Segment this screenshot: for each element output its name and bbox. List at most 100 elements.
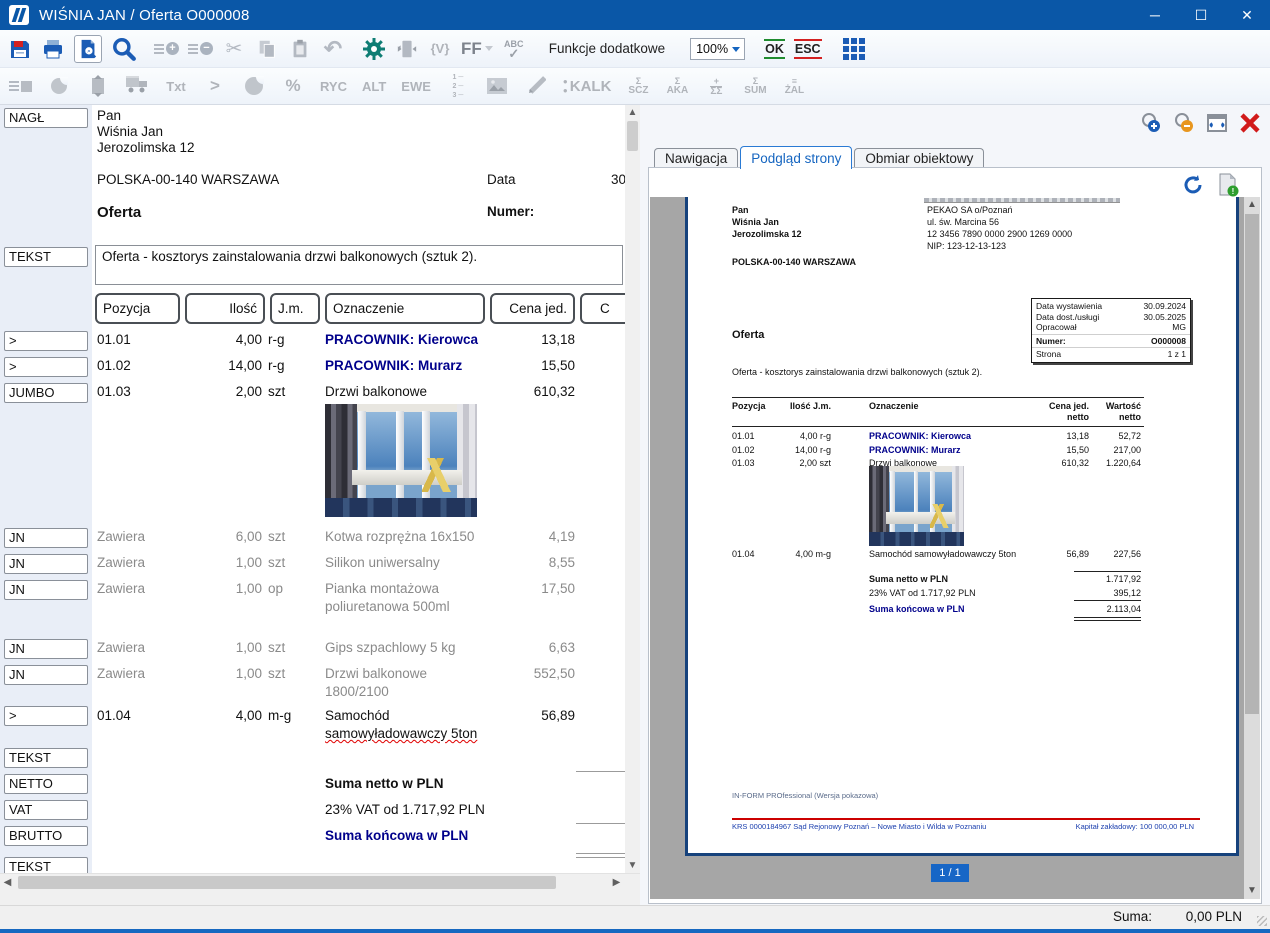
- item-row[interactable]: 01.04 4,00 m-g Samochód samowyładowawczy…: [92, 708, 625, 726]
- minimize-button[interactable]: ─: [1132, 0, 1178, 30]
- cell-pozycja[interactable]: 01.03: [97, 384, 131, 399]
- cell-pozycja[interactable]: Zawiera: [97, 666, 145, 681]
- scrollbar-thumb[interactable]: [18, 876, 556, 889]
- cell-ilosc[interactable]: 1,00: [185, 640, 262, 655]
- row-tag-field[interactable]: TEKST: [4, 748, 88, 768]
- component-row[interactable]: Zawiera 1,00 szt Silikon uniwersalny 8,5…: [92, 555, 625, 573]
- document-info-icon[interactable]: !: [1217, 173, 1239, 200]
- cell-ilosc[interactable]: 1,00: [185, 666, 262, 681]
- fit-window-icon[interactable]: [1205, 111, 1229, 135]
- row-tag-field[interactable]: JN: [4, 639, 88, 659]
- cell-cena[interactable]: 4,19: [487, 529, 575, 544]
- cell-jm[interactable]: r-g: [268, 358, 285, 373]
- editor-horizontal-scrollbar[interactable]: ◀ ▶: [0, 873, 640, 891]
- row-tag-field[interactable]: BRUTTO: [4, 826, 88, 846]
- recipient-street[interactable]: Jerozolimska 12: [97, 140, 195, 155]
- esc-button[interactable]: ESC: [794, 39, 822, 59]
- row-tag-field[interactable]: >: [4, 706, 88, 726]
- zoom-out-icon[interactable]: [1172, 111, 1196, 135]
- row-tag-field[interactable]: JUMBO: [4, 383, 88, 403]
- cell-cena[interactable]: 552,50: [487, 666, 575, 681]
- ok-button[interactable]: OK: [764, 39, 785, 59]
- doc-title[interactable]: Oferta: [97, 204, 141, 221]
- cell-ilosc[interactable]: 1,00: [185, 581, 262, 596]
- document-content[interactable]: Pan Wiśnia Jan Jerozolimska 12 POLSKA-00…: [92, 105, 625, 873]
- settings-gear-icon[interactable]: [362, 35, 386, 63]
- column-header-jm[interactable]: J.m.: [270, 293, 320, 324]
- cell-pozycja[interactable]: 01.04: [97, 708, 131, 723]
- tab-nawigacja[interactable]: Nawigacja: [654, 148, 738, 169]
- component-row[interactable]: Zawiera 1,00 szt Drzwi balkonowe 1800/21…: [92, 666, 625, 684]
- cell-pozycja[interactable]: Zawiera: [97, 640, 145, 655]
- scrollbar-thumb[interactable]: [1245, 214, 1259, 714]
- close-button[interactable]: ✕: [1224, 0, 1270, 30]
- scrollbar-thumb[interactable]: [627, 121, 638, 151]
- row-tag-field[interactable]: JN: [4, 554, 88, 574]
- cell-jm[interactable]: szt: [268, 640, 285, 655]
- grid-menu-icon[interactable]: [843, 38, 865, 60]
- cell-oznaczenie-line2[interactable]: poliuretanowa 500ml: [325, 599, 495, 614]
- row-tag-field[interactable]: NETTO: [4, 774, 88, 794]
- cell-jm[interactable]: op: [268, 581, 283, 596]
- scroll-up-arrow[interactable]: ▲: [625, 105, 640, 120]
- item-row[interactable]: 01.01 4,00 r-g PRACOWNIK: Kierowca 13,18: [92, 332, 625, 350]
- cell-pozycja[interactable]: Zawiera: [97, 581, 145, 596]
- row-tag-field[interactable]: JN: [4, 665, 88, 685]
- cell-ilosc[interactable]: 4,00: [185, 332, 262, 347]
- tab-obmiar-obiektowy[interactable]: Obmiar obiektowy: [854, 148, 984, 169]
- suma-netto-label[interactable]: Suma netto w PLN: [325, 776, 444, 791]
- component-row[interactable]: Zawiera 1,00 op Pianka montażowa poliure…: [92, 581, 625, 599]
- cell-oznaczenie[interactable]: Gips szpachlowy 5 kg: [325, 640, 495, 655]
- row-tag-field[interactable]: JN: [4, 528, 88, 548]
- cell-oznaczenie-line2-misspelled[interactable]: samowyładowawczy 5ton: [325, 726, 495, 741]
- column-header-cena[interactable]: Cena jed.: [490, 293, 575, 324]
- cell-pozycja[interactable]: Zawiera: [97, 555, 145, 570]
- recipient-name[interactable]: Wiśnia Jan: [97, 124, 163, 139]
- item-row[interactable]: 01.02 14,00 r-g PRACOWNIK: Murarz 15,50: [92, 358, 625, 376]
- editor-vertical-scrollbar[interactable]: ▲ ▼: [625, 105, 640, 873]
- funkcje-dodatkowe-menu[interactable]: Funkcje dodatkowe: [549, 41, 665, 56]
- row-tag-field[interactable]: >: [4, 331, 88, 351]
- intro-text-field[interactable]: Oferta - kosztorys zainstalowania drzwi …: [95, 245, 623, 285]
- cell-jm[interactable]: szt: [268, 555, 285, 570]
- column-header-clipped[interactable]: C: [580, 293, 625, 324]
- scroll-up-arrow[interactable]: ▲: [1244, 197, 1260, 213]
- zoom-in-icon[interactable]: [1139, 111, 1163, 135]
- close-preview-icon[interactable]: [1238, 111, 1262, 135]
- zoom-level-select[interactable]: 100%: [690, 38, 745, 60]
- component-row[interactable]: Zawiera 6,00 szt Kotwa rozprężna 16x150 …: [92, 529, 625, 547]
- cell-jm[interactable]: szt: [268, 529, 285, 544]
- cell-oznaczenie[interactable]: Pianka montażowa: [325, 581, 495, 596]
- variable-icon[interactable]: {V}: [428, 35, 452, 63]
- scroll-left-arrow[interactable]: ◀: [0, 875, 15, 890]
- cell-oznaczenie[interactable]: Silikon uniwersalny: [325, 555, 495, 570]
- cell-oznaczenie[interactable]: Kotwa rozprężna 16x150: [325, 529, 495, 544]
- cell-cena[interactable]: 610,32: [487, 384, 575, 399]
- date-value[interactable]: 30: [611, 172, 625, 187]
- cell-ilosc[interactable]: 1,00: [185, 555, 262, 570]
- column-header-oznaczenie[interactable]: Oznaczenie: [325, 293, 485, 324]
- row-tag-field[interactable]: JN: [4, 580, 88, 600]
- cell-pozycja[interactable]: 01.02: [97, 358, 131, 373]
- suma-koncowa-label[interactable]: Suma końcowa w PLN: [325, 828, 468, 843]
- cell-cena[interactable]: 8,55: [487, 555, 575, 570]
- cell-cena[interactable]: 15,50: [487, 358, 575, 373]
- item-row[interactable]: 01.03 2,00 szt Drzwi balkonowe 610,32: [92, 384, 625, 402]
- scroll-down-arrow[interactable]: ▼: [1244, 883, 1260, 899]
- font-icon[interactable]: FF: [461, 35, 493, 63]
- cell-oznaczenie[interactable]: Drzwi balkonowe: [325, 384, 495, 399]
- cell-oznaczenie[interactable]: Drzwi balkonowe: [325, 666, 495, 681]
- preview-viewport[interactable]: Pan Wiśnia Jan Jerozolimska 12 POLSKA-00…: [650, 197, 1244, 899]
- cell-oznaczenie[interactable]: Samochód: [325, 708, 495, 723]
- cell-ilosc[interactable]: 14,00: [185, 358, 262, 373]
- cell-jm[interactable]: r-g: [268, 332, 285, 347]
- column-header-ilosc[interactable]: Ilość: [185, 293, 265, 324]
- print-preview-icon[interactable]: ⌕: [74, 35, 102, 63]
- row-tag-field[interactable]: >: [4, 357, 88, 377]
- cell-ilosc[interactable]: 2,00: [185, 384, 262, 399]
- cell-cena[interactable]: 17,50: [487, 581, 575, 596]
- search-icon[interactable]: [111, 35, 137, 63]
- row-tag-field[interactable]: NAGŁ: [4, 108, 88, 128]
- column-header-pozycja[interactable]: Pozycja: [95, 293, 180, 324]
- cell-pozycja[interactable]: Zawiera: [97, 529, 145, 544]
